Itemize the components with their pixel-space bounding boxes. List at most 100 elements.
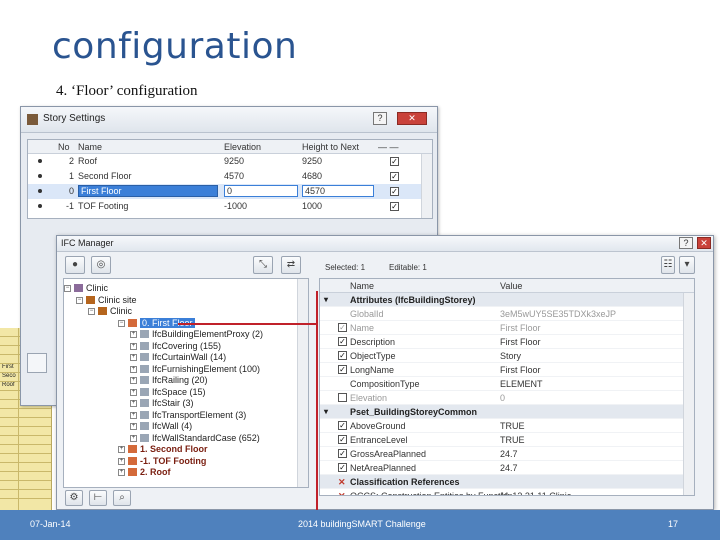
property-row[interactable]: ✓ Name First Floor bbox=[320, 321, 694, 335]
story-row[interactable]: 1 Second Floor 4570 4680 ✓ bbox=[28, 169, 432, 184]
property-checkbox[interactable]: ✓ bbox=[338, 323, 347, 332]
property-scrollbar[interactable] bbox=[683, 293, 694, 495]
tree-expander[interactable]: + bbox=[130, 434, 137, 442]
property-checkbox[interactable]: ✓ bbox=[338, 463, 347, 472]
col-property-value[interactable]: Value bbox=[500, 281, 522, 291]
property-row[interactable]: Elevation 0 bbox=[320, 391, 694, 405]
tree-node[interactable]: IfcStair (3) bbox=[140, 398, 194, 409]
remove-icon[interactable]: ✕ bbox=[338, 477, 346, 488]
property-row[interactable]: ✓ EntranceLevel TRUE bbox=[320, 433, 694, 447]
property-value[interactable]: TRUE bbox=[500, 435, 525, 445]
tree-expander[interactable]: + bbox=[118, 469, 125, 476]
story-show-checkbox[interactable]: ✓ bbox=[390, 202, 399, 211]
filter-icon[interactable]: ● bbox=[65, 256, 85, 274]
property-checkbox[interactable]: ✓ bbox=[338, 351, 347, 360]
select-in-model-icon[interactable]: ⤡ bbox=[253, 256, 273, 274]
options-icon[interactable]: ▾ bbox=[679, 256, 695, 274]
property-checkbox[interactable]: ✓ bbox=[338, 365, 347, 374]
tree-expander[interactable]: + bbox=[130, 423, 137, 430]
collapse-icon[interactable]: ▾ bbox=[324, 407, 328, 416]
tree-expander[interactable]: + bbox=[130, 400, 137, 407]
tree-node[interactable]: -1. TOF Footing bbox=[128, 456, 206, 467]
insert-button[interactable] bbox=[27, 353, 47, 373]
story-height[interactable]: 1000 bbox=[302, 201, 374, 211]
property-value[interactable]: 11-13 21 11 Clinic bbox=[500, 491, 571, 495]
story-table-scrollbar[interactable] bbox=[421, 154, 432, 218]
property-row[interactable]: CompositionType ELEMENT bbox=[320, 377, 694, 391]
property-checkbox[interactable]: ✓ bbox=[338, 421, 347, 430]
tree-expander[interactable]: − bbox=[76, 296, 83, 304]
tree-node[interactable]: IfcRailing (20) bbox=[140, 375, 208, 386]
property-value[interactable]: 3eM5wUY5SE35TDXk3xeJP bbox=[500, 309, 616, 319]
tree-node[interactable]: IfcWall (4) bbox=[140, 421, 192, 432]
tree-node[interactable]: IfcSpace (15) bbox=[140, 387, 206, 398]
story-height[interactable]: 9250 bbox=[302, 156, 374, 166]
col-name[interactable]: Name bbox=[78, 142, 102, 152]
tree-expander[interactable]: − bbox=[88, 308, 95, 315]
story-height[interactable]: 4680 bbox=[302, 171, 374, 181]
story-show-checkbox[interactable]: ✓ bbox=[390, 187, 399, 196]
tree-node[interactable]: Clinic site bbox=[86, 295, 137, 306]
story-name[interactable]: First Floor bbox=[78, 185, 218, 197]
tree-node[interactable]: IfcTransportElement (3) bbox=[140, 410, 246, 421]
property-row[interactable]: ✓ GrossAreaPlanned 24.7 bbox=[320, 447, 694, 461]
property-value[interactable]: First Floor bbox=[500, 323, 541, 333]
property-value[interactable]: 24.7 bbox=[500, 449, 518, 459]
search-icon[interactable]: ⌕ bbox=[113, 490, 131, 506]
col-show[interactable]: — — bbox=[378, 142, 399, 152]
story-height[interactable]: 4570 bbox=[302, 185, 374, 197]
tree-expander[interactable]: + bbox=[130, 342, 137, 350]
property-value[interactable]: TRUE bbox=[500, 421, 525, 431]
tree-node[interactable]: IfcCurtainWall (14) bbox=[140, 352, 226, 363]
story-elevation[interactable]: 0 bbox=[224, 185, 298, 197]
close-icon[interactable]: ✕ bbox=[397, 112, 427, 125]
story-elevation[interactable]: 9250 bbox=[224, 156, 298, 166]
story-row[interactable]: -1 TOF Footing -1000 1000 ✓ bbox=[28, 199, 432, 214]
property-group[interactable]: ▾ Attributes (IfcBuildingStorey) bbox=[320, 293, 694, 307]
col-height[interactable]: Height to Next bbox=[302, 142, 359, 152]
property-value[interactable]: 24.7 bbox=[500, 463, 518, 473]
story-elevation[interactable]: -1000 bbox=[224, 201, 298, 211]
property-value[interactable]: ELEMENT bbox=[500, 379, 543, 389]
tree-expander[interactable]: − bbox=[118, 319, 125, 327]
property-row[interactable]: ✓ LongName First Floor bbox=[320, 363, 694, 377]
tree-node[interactable]: IfcBuildingElementProxy (2) bbox=[140, 329, 263, 340]
story-show-checkbox[interactable]: ✓ bbox=[390, 157, 399, 166]
story-row[interactable]: 0 First Floor 0 4570 ✓ bbox=[28, 184, 432, 199]
property-checkbox[interactable]: ✓ bbox=[338, 435, 347, 444]
tree-expander[interactable]: + bbox=[118, 446, 125, 453]
property-checkbox[interactable]: ✓ bbox=[338, 337, 347, 346]
property-value[interactable]: First Floor bbox=[500, 365, 541, 375]
tree-expander[interactable]: + bbox=[130, 377, 137, 384]
collapse-icon[interactable]: ▾ bbox=[324, 295, 328, 304]
property-checkbox[interactable] bbox=[338, 393, 347, 402]
view-icon[interactable]: ◎ bbox=[91, 256, 111, 274]
tree-settings-icon[interactable]: ⚙ bbox=[65, 490, 83, 506]
property-group[interactable]: ▾ Pset_BuildingStoreyCommon bbox=[320, 405, 694, 419]
story-settings-titlebar[interactable]: Story Settings ? ✕ bbox=[21, 107, 437, 133]
story-show-checkbox[interactable]: ✓ bbox=[390, 172, 399, 181]
property-value[interactable]: Story bbox=[500, 351, 521, 361]
property-row[interactable]: ✓ AboveGround TRUE bbox=[320, 419, 694, 433]
tree-node[interactable]: IfcCovering (155) bbox=[140, 341, 221, 352]
property-value[interactable]: 0 bbox=[500, 393, 505, 403]
story-name[interactable]: Roof bbox=[78, 156, 218, 166]
ifc-manager-titlebar[interactable]: IFC Manager ? ✕ bbox=[57, 236, 713, 252]
tree-expander[interactable]: + bbox=[130, 331, 137, 338]
tree-expander[interactable]: + bbox=[130, 365, 137, 373]
tree-node[interactable]: Clinic bbox=[74, 283, 108, 294]
property-row[interactable]: ✓ NetAreaPlanned 24.7 bbox=[320, 461, 694, 475]
property-group[interactable]: ✕ Classification References bbox=[320, 475, 694, 489]
remove-icon[interactable]: ✕ bbox=[338, 491, 346, 495]
tree-expander[interactable]: − bbox=[64, 285, 71, 292]
col-elevation[interactable]: Elevation bbox=[224, 142, 261, 152]
tree-expander[interactable]: + bbox=[118, 457, 125, 465]
property-row[interactable]: GlobalId 3eM5wUY5SE35TDXk3xeJP bbox=[320, 307, 694, 321]
story-name[interactable]: TOF Footing bbox=[78, 201, 218, 211]
tree-expander[interactable]: + bbox=[130, 354, 137, 361]
hierarchy-icon[interactable]: ⊢ bbox=[89, 490, 107, 506]
property-checkbox[interactable]: ✓ bbox=[338, 449, 347, 458]
list-view-icon[interactable]: ☷ bbox=[661, 256, 675, 274]
tree-node[interactable]: IfcFurnishingElement (100) bbox=[140, 364, 260, 375]
tree-node[interactable]: Clinic bbox=[98, 306, 132, 317]
